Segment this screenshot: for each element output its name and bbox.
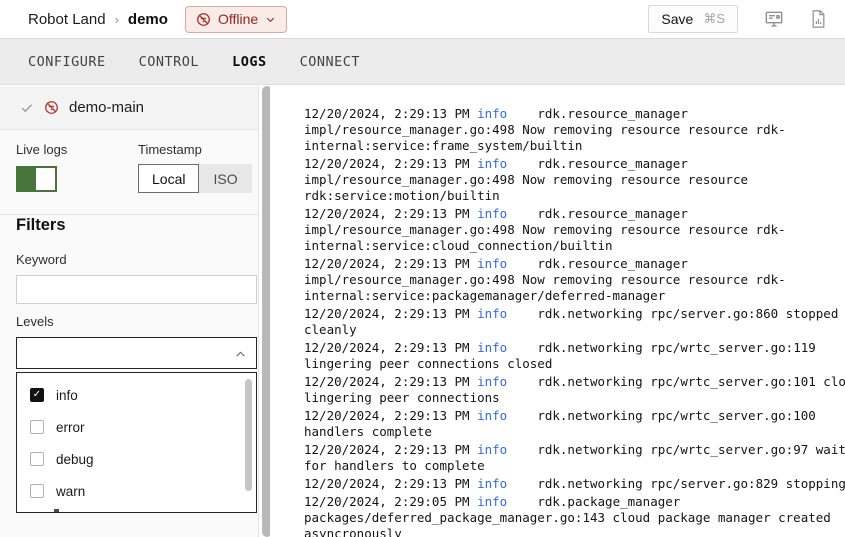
wifi-off-icon xyxy=(44,100,59,115)
status-badge-label: Offline xyxy=(218,11,258,27)
log-level: info xyxy=(477,340,507,355)
monitor-icon[interactable] xyxy=(764,9,784,29)
machine-part-row[interactable]: demo-main xyxy=(0,86,258,130)
log-entry: 12/20/2024, 2:29:13 PM info rdk.networki… xyxy=(304,408,845,440)
log-level: info xyxy=(477,374,507,389)
log-level: info xyxy=(477,306,507,321)
save-shortcut: ⌘S xyxy=(703,11,725,27)
levels-dropdown: ✓ info error debug warn xyxy=(16,372,257,513)
log-entry: 12/20/2024, 2:29:13 PM info rdk.resource… xyxy=(304,156,845,204)
breadcrumb: Robot Land › demo xyxy=(28,11,168,28)
checkbox-checked[interactable]: ✓ xyxy=(30,388,44,402)
machine-status-badge[interactable]: Offline xyxy=(185,6,287,33)
save-button-label: Save xyxy=(661,11,693,27)
tab-control[interactable]: CONTROL xyxy=(139,54,199,70)
header-actions: Save ⌘S xyxy=(648,5,827,33)
save-button[interactable]: Save ⌘S xyxy=(648,5,738,33)
level-option-debug[interactable]: debug xyxy=(17,443,256,475)
level-option-label: info xyxy=(56,388,78,403)
log-timestamp: 12/20/2024, 2:29:13 PM xyxy=(304,156,470,171)
breadcrumb-separator-icon: › xyxy=(115,12,119,27)
log-level: info xyxy=(477,476,507,491)
log-level: info xyxy=(477,256,507,271)
log-entry: 12/20/2024, 2:29:13 PM info rdk.resource… xyxy=(304,206,845,254)
log-entry: 12/20/2024, 2:29:13 PM info rdk.resource… xyxy=(304,256,845,304)
log-entry: 12/20/2024, 2:29:13 PM info rdk.networki… xyxy=(304,340,845,372)
checkbox-unchecked[interactable] xyxy=(30,452,44,466)
chevron-down-icon xyxy=(265,14,276,25)
toggle-knob xyxy=(36,168,55,190)
log-level: info xyxy=(477,206,507,221)
live-logs-toggle[interactable] xyxy=(16,166,57,192)
log-level: info xyxy=(477,156,507,171)
live-logs-label: Live logs xyxy=(16,142,67,157)
log-timestamp: 12/20/2024, 2:29:05 PM xyxy=(304,494,470,509)
log-panel: 12/20/2024, 2:29:13 PM info rdk.resource… xyxy=(270,85,845,537)
timestamp-option-local[interactable]: Local xyxy=(138,164,199,193)
log-entry: 12/20/2024, 2:29:13 PM info rdk.networki… xyxy=(304,374,845,406)
level-option-warn[interactable]: warn xyxy=(17,475,256,507)
log-timestamp: 12/20/2024, 2:29:13 PM xyxy=(304,306,470,321)
checkbox-unchecked[interactable] xyxy=(30,484,44,498)
timestamp-segmented-control: Local ISO xyxy=(138,164,252,193)
level-option-error[interactable]: error xyxy=(17,411,256,443)
log-entry: 12/20/2024, 2:29:05 PM info rdk.package_… xyxy=(304,494,845,537)
log-timestamp: 12/20/2024, 2:29:13 PM xyxy=(304,374,470,389)
log-list: 12/20/2024, 2:29:13 PM info rdk.resource… xyxy=(304,106,845,537)
level-option-info[interactable]: ✓ info xyxy=(17,379,256,411)
levels-dropdown-list: ✓ info error debug warn xyxy=(17,373,256,507)
checkbox-unchecked[interactable] xyxy=(30,420,44,434)
tab-logs[interactable]: LOGS xyxy=(232,54,267,70)
log-timestamp: 12/20/2024, 2:29:13 PM xyxy=(304,106,470,121)
log-entry: 12/20/2024, 2:29:13 PM info rdk.resource… xyxy=(304,106,845,154)
app-header: Robot Land › demo Offline Save ⌘S xyxy=(0,0,845,38)
file-chart-icon[interactable] xyxy=(810,9,827,29)
machine-part-name: demo-main xyxy=(69,99,144,116)
level-option-label: warn xyxy=(56,484,85,499)
log-level: info xyxy=(477,442,507,457)
tab-bar: CONFIGURE CONTROL LOGS CONNECT xyxy=(0,38,845,85)
clipped-item-sliver xyxy=(54,509,59,512)
filters-title: Filters xyxy=(16,216,66,235)
logs-sidebar: demo-main Live logs Timestamp Local ISO … xyxy=(0,86,259,537)
levels-label: Levels xyxy=(16,314,54,329)
level-option-label: debug xyxy=(56,452,94,467)
log-level: info xyxy=(477,106,507,121)
level-option-label: error xyxy=(56,420,85,435)
log-controls-section: Live logs Timestamp Local ISO xyxy=(0,130,258,215)
log-entry: 12/20/2024, 2:29:13 PM info rdk.networki… xyxy=(304,306,845,338)
wifi-off-icon xyxy=(196,12,211,27)
timestamp-option-iso[interactable]: ISO xyxy=(199,164,251,193)
dropdown-scrollbar[interactable] xyxy=(245,379,252,491)
log-level: info xyxy=(477,494,507,509)
keyword-label: Keyword xyxy=(16,252,67,267)
log-timestamp: 12/20/2024, 2:29:13 PM xyxy=(304,442,470,457)
log-timestamp: 12/20/2024, 2:29:13 PM xyxy=(304,256,470,271)
log-entry: 12/20/2024, 2:29:13 PM info rdk.networki… xyxy=(304,442,845,474)
timestamp-label: Timestamp xyxy=(138,142,202,157)
tab-connect[interactable]: CONNECT xyxy=(300,54,360,70)
log-timestamp: 12/20/2024, 2:29:13 PM xyxy=(304,206,470,221)
check-icon xyxy=(20,101,34,115)
log-entry: 12/20/2024, 2:29:13 PM info rdk.networki… xyxy=(304,476,845,492)
chevron-up-icon xyxy=(234,348,247,361)
log-timestamp: 12/20/2024, 2:29:13 PM xyxy=(304,476,470,491)
keyword-input[interactable] xyxy=(16,275,257,304)
log-timestamp: 12/20/2024, 2:29:13 PM xyxy=(304,340,470,355)
breadcrumb-parent[interactable]: Robot Land xyxy=(28,11,106,28)
log-level: info xyxy=(477,408,507,423)
levels-select[interactable] xyxy=(16,337,257,369)
log-message: rdk.networking rpc/server.go:829 stoppin… xyxy=(537,476,845,491)
breadcrumb-current: demo xyxy=(128,11,168,28)
tab-configure[interactable]: CONFIGURE xyxy=(28,54,106,70)
log-timestamp: 12/20/2024, 2:29:13 PM xyxy=(304,408,470,423)
